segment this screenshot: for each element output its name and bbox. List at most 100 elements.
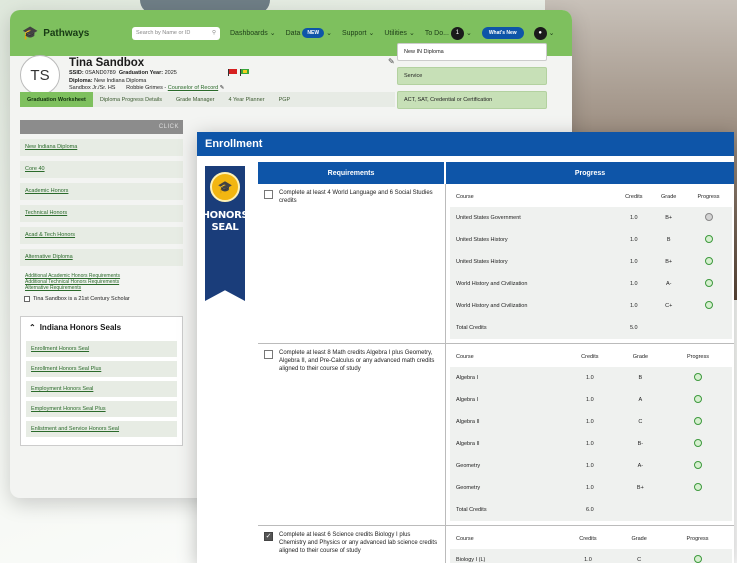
student-search-input[interactable]: Search by Name or ID ⚲	[132, 26, 220, 40]
click-bar[interactable]: CLICK	[20, 120, 183, 134]
user-avatar-icon: ●	[533, 26, 547, 40]
graduation-cap-medal-icon: 🎓	[210, 172, 240, 202]
course-progress	[663, 549, 732, 563]
seal-link-enrollment-plus[interactable]: Enrollment Honors Seal Plus	[26, 361, 177, 377]
progress-col-header: Course	[456, 194, 474, 200]
course-row: World History and Civilization 1.0 A-	[450, 273, 732, 295]
pencil-icon[interactable]: ✎	[220, 85, 225, 91]
chevron-down-icon: ⌄	[408, 30, 415, 37]
ssid-label: SSID:	[69, 70, 84, 76]
nav-utilities[interactable]: Utilities ⌄	[384, 29, 415, 38]
seal-link-employment-plus[interactable]: Employment Honors Seal Plus	[26, 401, 177, 417]
pathways-logo[interactable]: 🎓 Pathways	[22, 25, 122, 41]
tab-diploma-progress-details[interactable]: Diploma Progress Details	[93, 92, 169, 107]
brand-name: Pathways	[43, 27, 90, 39]
graduation-cap-icon: 🎓	[22, 25, 39, 40]
course-grade: A-	[616, 455, 664, 477]
progress-cell: Course Credits Grade Progress Biology I (L) 1…	[446, 526, 734, 563]
side-link-new-indiana-diploma[interactable]: New Indiana Diploma	[20, 139, 183, 156]
course-row: United States History 1.0 B+	[450, 251, 732, 273]
red-flag-icon	[228, 69, 237, 76]
side-link-academic-honors[interactable]: Academic Honors	[20, 183, 183, 200]
requirement-cell: Complete at least 4 World Language and 6…	[258, 184, 446, 343]
requirement-row: Complete at least 4 World Language and 6…	[258, 184, 734, 344]
tab-graduation-worksheet[interactable]: Graduation Worksheet	[20, 92, 93, 107]
requirement-checkbox[interactable]	[264, 350, 273, 359]
search-icon: ⚲	[211, 30, 216, 36]
pathway-new-in-diploma[interactable]: New IN Diploma	[397, 43, 547, 61]
course-grade: C	[615, 549, 664, 563]
link-alternative-requirements[interactable]: Alternative Requirements	[20, 285, 183, 291]
progress-table: Course Credits Grade Progress Biology I (L) 1…	[450, 529, 732, 563]
tab-4-year-planner[interactable]: 4 Year Planner	[221, 92, 271, 107]
progress-col-header: Progress	[697, 194, 720, 200]
nav-dashboards[interactable]: Dashboards ⌄	[230, 29, 276, 38]
requirement-checkbox[interactable]	[264, 190, 273, 199]
course-progress	[685, 295, 732, 317]
course-grade: C+	[652, 295, 685, 317]
requirements-grid: Requirements Progress Complete at least …	[258, 162, 734, 563]
course-credits: 1.0	[562, 433, 617, 455]
side-link-alternative-diploma[interactable]: Alternative Diploma	[20, 249, 183, 266]
completed-icon	[704, 279, 713, 287]
progress-table: Course Credits Grade Progress Algebra I 1.0 B A…	[450, 347, 732, 521]
todo-count-badge: 1	[450, 26, 464, 40]
course-row: Algebra I 1.0 A	[450, 389, 732, 411]
tab-grade-manager[interactable]: Grade Manager	[169, 92, 222, 107]
side-link-technical-honors[interactable]: Technical Honors	[20, 205, 183, 222]
course-credits: 1.0	[562, 477, 617, 499]
course-name: Algebra II	[450, 433, 563, 455]
tab-pgp[interactable]: PGP	[272, 92, 298, 107]
completed-icon	[704, 235, 713, 243]
pathway-service[interactable]: Service	[397, 67, 547, 85]
seal-link-enrollment[interactable]: Enrollment Honors Seal	[26, 341, 177, 357]
side-link-acad-tech-honors[interactable]: Acad & Tech Honors	[20, 227, 183, 244]
user-menu[interactable]: ● ⌄	[533, 26, 555, 40]
course-name: Algebra I	[450, 367, 563, 389]
total-credits-row: Total Credits 6.0	[450, 499, 732, 521]
course-progress	[663, 367, 732, 389]
course-progress	[685, 207, 732, 229]
scholar-checkbox[interactable]	[24, 296, 30, 302]
side-link-core-40[interactable]: Core 40	[20, 161, 183, 178]
seal-link-employment[interactable]: Employment Honors Seal	[26, 381, 177, 397]
enrollment-window: Enrollment 🎓 HONORS SEAL Requirements Pr…	[197, 132, 734, 563]
course-row: Geometry 1.0 B+	[450, 477, 732, 499]
pathway-act-sat[interactable]: ACT, SAT, Credential or Certification	[397, 91, 547, 109]
course-name: Geometry	[450, 477, 563, 499]
honors-seal-banner: 🎓 HONORS SEAL	[205, 166, 245, 301]
progress-col-header: Grade	[661, 194, 677, 200]
course-credits: 1.0	[615, 273, 653, 295]
course-grade: B+	[616, 477, 664, 499]
grad-year-value: 2025	[164, 70, 177, 76]
worksheet-tabs: Graduation Worksheet Diploma Progress De…	[20, 92, 395, 107]
scholar-checkbox-row[interactable]: Tina Sandbox is a 21st Century Scholar	[20, 296, 183, 302]
completed-icon	[693, 461, 702, 469]
requirement-checkbox[interactable]: ✓	[264, 532, 273, 541]
total-empty	[663, 499, 732, 521]
nav-dashboards-label: Dashboards	[230, 29, 268, 37]
chevron-down-icon: ⌄	[548, 30, 555, 37]
progress-col-header: Grade	[631, 536, 647, 542]
nav-data-label: Data	[285, 29, 301, 37]
student-header: TS Tina Sandbox SSID: 0SAND0789 Graduati…	[20, 55, 395, 97]
diploma-side-panel: CLICK New Indiana Diploma Core 40 Academ…	[20, 120, 183, 480]
chevron-down-icon: ⌄	[326, 30, 332, 37]
nav-todo[interactable]: To Do... 1 ⌄	[425, 26, 472, 40]
course-row: Algebra II 1.0 B-	[450, 433, 732, 455]
seal-link-enlistment-service[interactable]: Enlistment and Service Honors Seal	[26, 421, 177, 437]
honors-seals-header[interactable]: ⌃ Indiana Honors Seals	[21, 317, 182, 337]
course-row: Algebra II 1.0 C	[450, 411, 732, 433]
student-name: Tina Sandbox	[69, 57, 145, 69]
student-flags	[228, 69, 249, 76]
course-name: World History and Civilization	[450, 273, 616, 295]
edit-student-icon[interactable]: ✎	[388, 57, 395, 66]
chevron-down-icon: ⌄	[269, 30, 276, 37]
progress-cell: Course Credits Grade Progress Algebra I 1.0 B A…	[446, 344, 734, 525]
nav-support[interactable]: Support ⌄	[342, 29, 374, 38]
progress-col-header: Progress	[686, 354, 709, 360]
course-progress	[685, 251, 732, 273]
whats-new-button[interactable]: What's New	[481, 27, 524, 39]
nav-data[interactable]: Data NEW ⌄	[286, 28, 332, 38]
counselor-of-record-link[interactable]: Counselor of Record	[168, 85, 218, 91]
